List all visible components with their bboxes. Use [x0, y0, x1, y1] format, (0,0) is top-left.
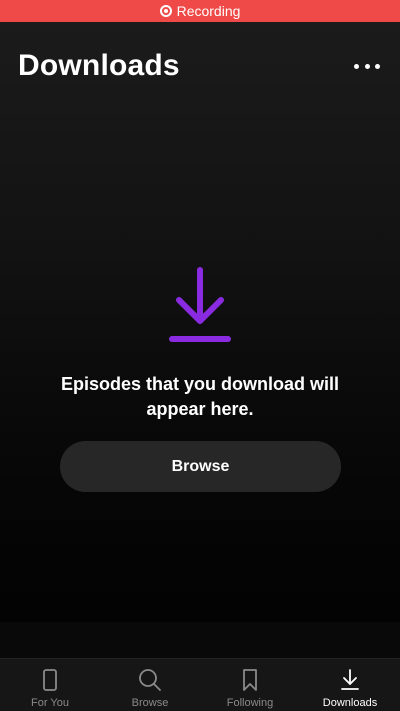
browse-button[interactable]: Browse — [60, 441, 341, 492]
more-options-button[interactable] — [354, 58, 380, 74]
tab-label: Following — [226, 697, 274, 709]
tab-browse[interactable]: Browse — [100, 659, 200, 711]
bottom-tab-bar: For You Browse Following Downloads — [0, 658, 400, 711]
download-arrow-icon — [169, 267, 231, 342]
download-icon — [341, 669, 359, 690]
recording-icon — [159, 5, 172, 17]
phone-icon — [43, 669, 57, 691]
tab-for-you[interactable]: For You — [0, 659, 100, 711]
tab-label: For You — [31, 697, 69, 709]
search-icon — [139, 669, 161, 691]
tab-following[interactable]: Following — [200, 659, 300, 711]
tab-label: Browse — [131, 697, 169, 709]
recording-label: Recording — [176, 3, 241, 19]
downloads-screen: Recording Downloads Episodes that you do… — [0, 0, 400, 711]
tab-downloads[interactable]: Downloads — [300, 659, 400, 711]
empty-state-message: Episodes that you download will appear h… — [60, 374, 339, 419]
bookmark-icon — [243, 669, 257, 691]
more-horizontal-icon — [354, 63, 359, 69]
tab-label: Downloads — [322, 697, 378, 709]
bottom-spacer — [0, 622, 400, 658]
page-title: Downloads — [18, 49, 180, 82]
recording-status-bar[interactable]: Recording — [0, 0, 400, 22]
